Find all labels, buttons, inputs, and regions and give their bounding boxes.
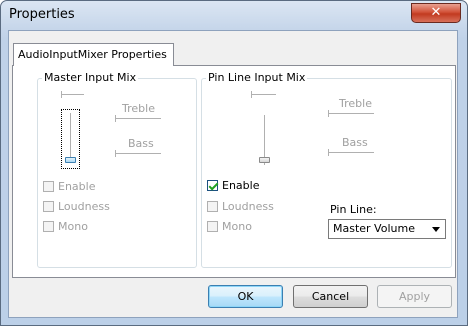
master-bass-label: Bass bbox=[128, 137, 154, 150]
master-enable-label: Enable bbox=[58, 180, 96, 193]
master-balance-slider[interactable] bbox=[62, 94, 84, 95]
close-button[interactable]: ✕ bbox=[411, 3, 461, 23]
pin-balance-slider[interactable] bbox=[252, 94, 276, 95]
pin-treble-slider[interactable] bbox=[329, 113, 374, 114]
pin-volume-slider-thumb[interactable] bbox=[259, 157, 270, 163]
pin-line-input-mix-group bbox=[201, 78, 452, 268]
pin-line-selected-value: Master Volume bbox=[333, 222, 415, 235]
pin-loudness-label: Loudness bbox=[222, 200, 274, 213]
pin-line-group-label: Pin Line Input Mix bbox=[206, 71, 308, 84]
pin-mono-label: Mono bbox=[222, 220, 252, 233]
master-volume-slider[interactable] bbox=[70, 113, 71, 163]
master-enable-checkbox[interactable]: Enable bbox=[43, 180, 95, 193]
pin-bass-slider[interactable] bbox=[329, 152, 374, 153]
tab-audio-input-mixer-properties[interactable]: AudioInputMixer Properties bbox=[13, 43, 174, 66]
pin-bass-label: Bass bbox=[342, 136, 368, 149]
master-mono-checkbox[interactable]: Mono bbox=[43, 220, 88, 233]
pin-mono-box bbox=[207, 221, 218, 232]
master-volume-slider-thumb[interactable] bbox=[65, 157, 76, 163]
master-enable-box bbox=[43, 181, 54, 192]
pin-loudness-box bbox=[207, 201, 218, 212]
pin-mono-checkbox[interactable]: Mono bbox=[207, 220, 252, 233]
pin-line-label: Pin Line: bbox=[330, 203, 377, 216]
ok-button[interactable]: OK bbox=[208, 285, 283, 308]
master-treble-slider[interactable] bbox=[116, 118, 161, 119]
master-input-mix-group bbox=[37, 78, 197, 268]
master-bass-slider[interactable] bbox=[116, 153, 161, 154]
master-loudness-checkbox[interactable]: Loudness bbox=[43, 200, 110, 213]
master-mono-label: Mono bbox=[58, 220, 88, 233]
master-group-label: Master Input Mix bbox=[42, 71, 139, 84]
apply-button[interactable]: Apply bbox=[377, 285, 452, 308]
pin-enable-label: Enable bbox=[222, 179, 260, 192]
close-icon: ✕ bbox=[430, 5, 442, 20]
master-loudness-label: Loudness bbox=[58, 200, 110, 213]
window-title: Properties bbox=[9, 7, 75, 22]
cancel-button[interactable]: Cancel bbox=[293, 285, 368, 308]
pin-enable-box bbox=[207, 180, 218, 191]
master-mono-box bbox=[43, 221, 54, 232]
master-loudness-box bbox=[43, 201, 54, 212]
pin-treble-label: Treble bbox=[339, 97, 372, 110]
chevron-down-icon[interactable] bbox=[432, 227, 440, 232]
pin-loudness-checkbox[interactable]: Loudness bbox=[207, 200, 274, 213]
pin-enable-checkbox[interactable]: Enable bbox=[207, 179, 259, 192]
master-treble-label: Treble bbox=[122, 102, 155, 115]
pin-line-dropdown[interactable]: Master Volume bbox=[328, 219, 446, 239]
